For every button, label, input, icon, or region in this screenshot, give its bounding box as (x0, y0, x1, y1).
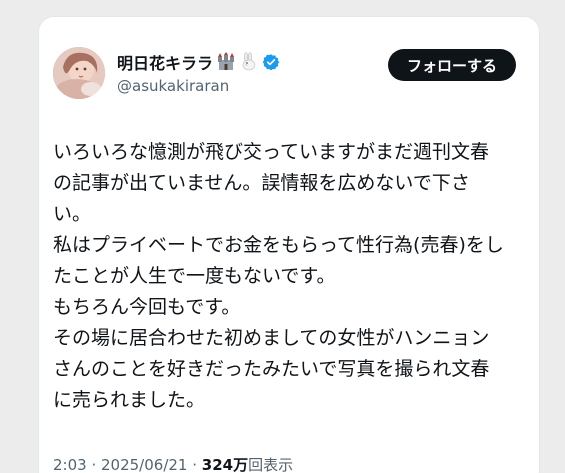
tweet-time[interactable]: 2:03 (53, 456, 87, 473)
tweet-card: 明日花キララ @asukakiraran フォローする いろいろな憶測が飛び交っ… (38, 16, 540, 473)
tweet-text-line: の記事が出ていません。誤情報を広めないで下さ (53, 172, 470, 194)
view-count: 324万 (201, 456, 249, 473)
tweet-meta: 2:03 · 2025/06/21 · 324万回表示 (53, 454, 293, 473)
avatar[interactable] (53, 47, 105, 99)
tweet-text-line: さんのことを好きだったみたいで写真を撮られ文春 (53, 358, 490, 380)
follow-button[interactable]: フォローする (388, 49, 516, 81)
verified-badge-icon (262, 53, 280, 71)
tweet-text-line: たことが人生で一度もないです。 (53, 265, 336, 287)
tweet-text-line: 私はプライベートでお金をもらって性行為(売春)をし (53, 234, 504, 256)
author-name-row[interactable]: 明日花キララ (117, 51, 280, 73)
avatar-portrait (53, 47, 105, 99)
view-count-label: 回表示 (248, 456, 294, 473)
tweet-text-line: もちろん今回もです。 (53, 296, 241, 318)
tweet-text-line: い。 (53, 203, 92, 225)
display-name[interactable]: 明日花キララ (117, 50, 213, 74)
tweet-text-line: いろいろな憶測が飛び交っていますがまだ週刊文春 (53, 141, 490, 163)
tweet-text-line: その場に居合わせた初めましての女性がハンニョン (53, 327, 490, 349)
castle-icon (216, 52, 236, 72)
tweet-text-line: に売られました。 (53, 389, 206, 411)
tweet-date[interactable]: 2025/06/21 (101, 456, 187, 473)
meta-separator: · (187, 456, 202, 473)
author-handle[interactable]: @asukakiraran (117, 77, 229, 95)
rabbit-icon (239, 52, 259, 72)
tweet-text: いろいろな憶測が飛び交っていますがまだ週刊文春 の記事が出ていません。誤情報を広… (53, 137, 527, 416)
screenshot-stage: 明日花キララ @asukakiraran フォローする いろいろな憶測が飛び交っ… (0, 0, 565, 473)
meta-separator: · (86, 456, 101, 473)
